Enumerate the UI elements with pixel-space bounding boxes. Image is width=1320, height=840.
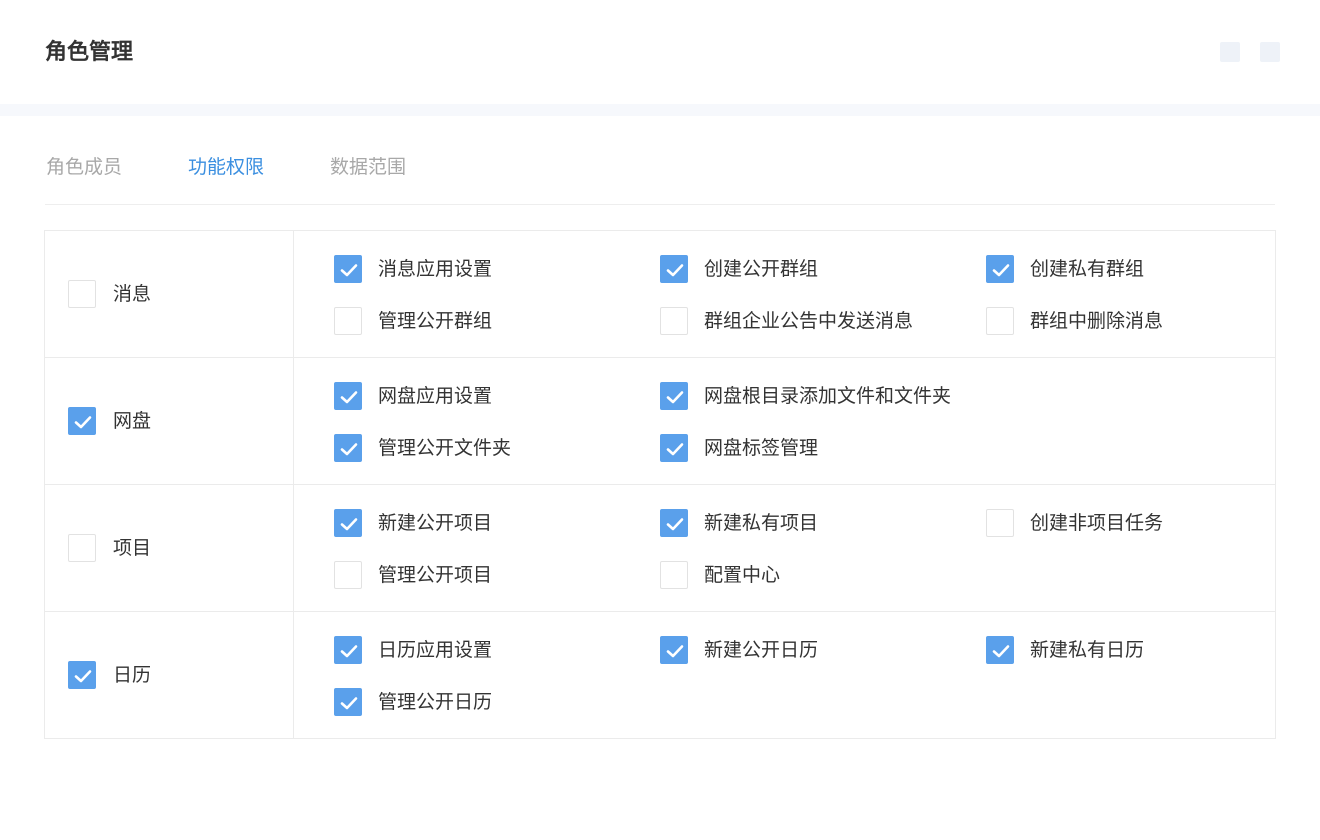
permission-group-calendar: 日历 日历应用设置 新建公开日历 新建私有日历 管理公开日历 (45, 612, 1275, 738)
permission-label: 管理公开群组 (378, 310, 493, 332)
permission-label: 新建私有项目 (704, 512, 819, 534)
checkmark-icon (992, 264, 1010, 277)
permission-label: 群组企业公告中发送消息 (704, 310, 914, 332)
permission-label: 创建私有群组 (1030, 258, 1145, 280)
group-label: 日历 (113, 664, 152, 686)
checkmark-icon (666, 391, 684, 404)
permission-label: 创建公开群组 (704, 258, 819, 280)
permission-checkbox[interactable] (986, 636, 1014, 664)
permission-checkbox[interactable] (660, 382, 688, 410)
permission-label: 管理公开项目 (378, 564, 493, 586)
group-cell: 项目 (45, 485, 294, 611)
permission-group-netdisk: 网盘 网盘应用设置 网盘根目录添加文件和文件夹 管理公开文件夹 网盘标签管理 (45, 358, 1275, 485)
permission-checkbox[interactable] (660, 434, 688, 462)
permission-label: 新建私有日历 (1030, 639, 1145, 661)
tab-role-members[interactable]: 角色成员 (46, 152, 122, 182)
permission-label: 消息应用设置 (378, 258, 493, 280)
permission-checkbox[interactable] (660, 636, 688, 664)
permission-checkbox[interactable] (334, 382, 362, 410)
group-checkbox-messages[interactable] (68, 280, 96, 308)
permission-label: 网盘标签管理 (704, 437, 819, 459)
permission-checkbox[interactable] (660, 561, 688, 589)
permission-checkbox[interactable] (986, 509, 1014, 537)
checkmark-icon (74, 670, 92, 683)
permission-checkbox[interactable] (334, 561, 362, 589)
permission-checkbox[interactable] (334, 509, 362, 537)
checkmark-icon (340, 645, 358, 658)
permission-checkbox[interactable] (334, 255, 362, 283)
group-cell: 日历 (45, 612, 294, 738)
permission-label: 日历应用设置 (378, 639, 493, 661)
permission-label: 配置中心 (704, 564, 781, 586)
permission-table: 消息 消息应用设置 创建公开群组 创建私有群组 管理公开群组 群组企业公告中发送… (44, 230, 1276, 739)
checkmark-icon (340, 264, 358, 277)
permission-label: 群组中删除消息 (1030, 310, 1164, 332)
tab-function-permissions[interactable]: 功能权限 (188, 152, 264, 182)
checkmark-icon (340, 518, 358, 531)
permission-checkbox[interactable] (660, 509, 688, 537)
group-checkbox-projects[interactable] (68, 534, 96, 562)
group-label: 网盘 (113, 410, 152, 432)
permission-group-projects: 项目 新建公开项目 新建私有项目 创建非项目任务 管理公开项目 配置中心 (45, 485, 1275, 612)
group-checkbox-calendar[interactable] (68, 661, 96, 689)
checkmark-icon (666, 264, 684, 277)
permission-label: 新建公开日历 (704, 639, 819, 661)
permission-label: 新建公开项目 (378, 512, 493, 534)
checkmark-icon (340, 697, 358, 710)
group-label: 消息 (113, 283, 152, 305)
group-cell: 消息 (45, 231, 294, 357)
checkmark-icon (666, 518, 684, 531)
permission-label: 创建非项目任务 (1030, 512, 1164, 534)
checkmark-icon (340, 391, 358, 404)
close-button[interactable] (1260, 42, 1280, 62)
checkmark-icon (666, 443, 684, 456)
permission-checkbox[interactable] (334, 688, 362, 716)
page-title: 角色管理 (45, 40, 134, 65)
permission-checkbox[interactable] (660, 255, 688, 283)
permission-checkbox[interactable] (334, 307, 362, 335)
group-label: 项目 (113, 537, 152, 559)
minimize-button[interactable] (1220, 42, 1240, 62)
permission-checkbox[interactable] (986, 307, 1014, 335)
permission-label: 管理公开文件夹 (378, 437, 512, 459)
group-cell: 网盘 (45, 358, 294, 484)
checkmark-icon (340, 443, 358, 456)
group-checkbox-netdisk[interactable] (68, 407, 96, 435)
tab-data-scope[interactable]: 数据范围 (330, 152, 406, 182)
permission-checkbox[interactable] (986, 255, 1014, 283)
tab-bar: 角色成员 功能权限 数据范围 (45, 150, 1275, 205)
page-header: 角色管理 (0, 0, 1320, 116)
permission-label: 网盘根目录添加文件和文件夹 (704, 385, 952, 407)
permission-label: 网盘应用设置 (378, 385, 493, 407)
permission-checkbox[interactable] (334, 434, 362, 462)
permission-checkbox[interactable] (660, 307, 688, 335)
checkmark-icon (666, 645, 684, 658)
permission-label: 管理公开日历 (378, 691, 493, 713)
checkmark-icon (74, 416, 92, 429)
permission-checkbox[interactable] (334, 636, 362, 664)
permission-group-messages: 消息 消息应用设置 创建公开群组 创建私有群组 管理公开群组 群组企业公告中发送… (45, 231, 1275, 358)
checkmark-icon (992, 645, 1010, 658)
